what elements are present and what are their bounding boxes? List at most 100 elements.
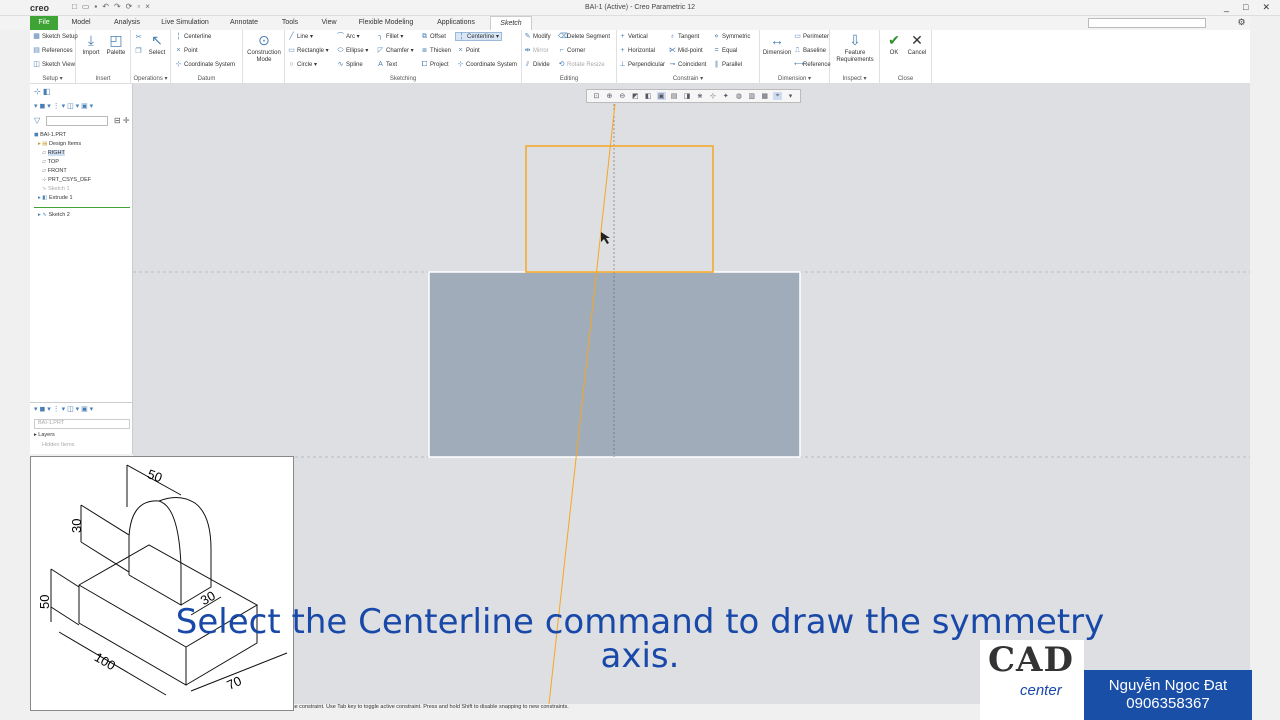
tree-item-design-items[interactable]: ▸ ▤ Design Items xyxy=(38,141,81,147)
coincident-button[interactable]: ⊸ Coincident xyxy=(669,61,707,68)
tab-view[interactable]: View xyxy=(312,16,346,30)
perpendicular-button[interactable]: ⊥ Perpendicular xyxy=(619,61,665,68)
modify-button[interactable]: ✎ Modify xyxy=(524,33,551,40)
reference-button[interactable]: ⟷ Reference xyxy=(794,61,831,68)
tab-analysis[interactable]: Analysis xyxy=(105,16,149,30)
datum-csys-button[interactable]: ⊹ Coordinate System xyxy=(175,61,235,68)
extruded-base-face[interactable] xyxy=(428,271,801,458)
group-label-inspect[interactable]: Inspect ▾ xyxy=(830,75,879,82)
text-button[interactable]: A Text xyxy=(377,61,397,68)
spline-button[interactable]: ∿ Spline xyxy=(337,61,363,68)
tree-tabs[interactable]: ⊹ ◧ xyxy=(34,87,50,96)
cancel-button[interactable]: ✕ Cancel xyxy=(905,32,929,57)
coordinate-system-button[interactable]: ⊹ Coordinate System xyxy=(457,61,517,68)
ellipse-button[interactable]: ⬭ Ellipse ▾ xyxy=(337,47,369,54)
tangent-button[interactable]: ♁ Tangent xyxy=(669,33,699,40)
corner-button[interactable]: ⌐ Corner xyxy=(558,47,585,54)
tree-item-csys[interactable]: ⊹ PRT_CSYS_DEF xyxy=(42,177,91,183)
dimension-button[interactable]: ↔ Dimension xyxy=(762,32,792,57)
ok-button[interactable]: ✔ OK xyxy=(883,32,905,57)
copy-icon[interactable]: ❐ xyxy=(135,48,142,55)
tab-file[interactable]: File xyxy=(30,16,58,30)
vertical-button[interactable]: + Vertical xyxy=(619,33,647,40)
offset-button[interactable]: ⧉ Offset xyxy=(421,33,446,40)
tree-item-extrude-1[interactable]: ▸ ◧ Extrude 1 xyxy=(38,195,73,201)
rectangle-button[interactable]: ▭ Rectangle ▾ xyxy=(288,47,329,54)
horizontal-button[interactable]: + Horizontal xyxy=(619,47,655,54)
saved-orientations-icon[interactable]: ▣ xyxy=(656,92,666,100)
close-button[interactable]: ✕ xyxy=(1262,2,1270,13)
repaint-icon[interactable]: ◩ xyxy=(631,92,640,100)
datum-display-icon[interactable]: ⋇ xyxy=(695,92,704,100)
symmetric-button[interactable]: ⋄ Symmetric xyxy=(713,33,750,40)
dimension-display-icon[interactable]: ▥ xyxy=(747,92,756,100)
sketch-rectangle[interactable] xyxy=(525,145,714,273)
maximize-button[interactable]: □ xyxy=(1243,2,1248,13)
tree-settings-icons[interactable]: ⊟ ✛ xyxy=(114,116,130,125)
view-manager-icon[interactable]: ▤ xyxy=(670,92,679,100)
tree-item-top[interactable]: ▱ TOP xyxy=(42,159,59,165)
zoom-in-icon[interactable]: ⊕ xyxy=(605,92,614,100)
project-button[interactable]: ⧠ Project xyxy=(421,61,449,68)
hidden-items[interactable]: Hidden Items xyxy=(42,442,74,448)
fillet-button[interactable]: ╮ Fillet ▾ xyxy=(377,33,403,40)
filter-icon[interactable]: ▽ xyxy=(34,116,40,125)
zoom-out-icon[interactable]: ⊖ xyxy=(618,92,627,100)
spin-center-icon[interactable]: ✦ xyxy=(721,92,730,100)
minimize-button[interactable]: _ xyxy=(1224,2,1229,13)
tree-item-sketch-2[interactable]: ▸ ∿ Sketch 2 xyxy=(38,212,70,218)
chamfer-button[interactable]: ◸ Chamfer ▾ xyxy=(377,47,414,54)
display-style-icon[interactable]: ◧ xyxy=(644,92,653,100)
sketcher-display-icon[interactable]: ◍ xyxy=(734,92,743,100)
datum-point-button[interactable]: × Point xyxy=(175,47,197,54)
sketch-view-button[interactable]: ◫ Sketch View xyxy=(33,61,75,68)
layer-part-select[interactable]: BAI-1.PRT xyxy=(34,419,130,429)
settings-icon[interactable]: ⚙ xyxy=(1237,17,1245,28)
group-label-setup[interactable]: Setup ▾ xyxy=(30,75,75,82)
arc-button[interactable]: ⌒ Arc ▾ xyxy=(337,33,360,40)
centerline-button[interactable]: ¦ Centerline ▾ xyxy=(455,32,503,41)
group-label-constrain[interactable]: Constrain ▾ xyxy=(617,75,759,82)
tab-sketch[interactable]: Sketch xyxy=(490,16,532,30)
references-button[interactable]: ▤ References xyxy=(33,47,73,54)
mirror-button[interactable]: ⇹ Mirror xyxy=(524,47,549,54)
thicken-button[interactable]: ⧈ Thicken xyxy=(421,47,451,54)
parallel-button[interactable]: ∥ Parallel xyxy=(713,61,742,68)
annotation-display-icon[interactable]: ⊹ xyxy=(708,92,717,100)
perspective-icon[interactable]: ◨ xyxy=(683,92,692,100)
tab-applications[interactable]: Applications xyxy=(428,16,484,30)
group-label-dimension[interactable]: Dimension ▾ xyxy=(760,75,829,82)
divide-button[interactable]: ⫽ Divide xyxy=(524,61,550,68)
tree-filter-input[interactable] xyxy=(46,116,108,126)
perimeter-button[interactable]: ▭ Perimeter xyxy=(794,33,829,40)
vertex-display-icon[interactable]: ▾ xyxy=(786,92,795,100)
line-button[interactable]: ╱ Line ▾ xyxy=(288,33,313,40)
circle-button[interactable]: ○ Circle ▾ xyxy=(288,61,317,68)
tree-item-part[interactable]: ◼ BAI-1.PRT xyxy=(34,132,66,138)
grid-display-icon[interactable]: ⌖ xyxy=(773,92,783,100)
point-button[interactable]: × Point xyxy=(457,47,479,54)
refit-icon[interactable]: ⊡ xyxy=(592,92,601,100)
constraint-display-icon[interactable]: ▦ xyxy=(760,92,769,100)
baseline-button[interactable]: ⎍ Baseline xyxy=(794,47,826,54)
feature-requirements-button[interactable]: ⇩ Feature Requirements xyxy=(832,32,878,64)
group-label-operations[interactable]: Operations ▾ xyxy=(131,75,170,82)
tree-item-sketch-1[interactable]: ∿ Sketch 1 xyxy=(42,186,70,192)
select-button[interactable]: ↖ Select xyxy=(145,32,169,57)
tree-item-right[interactable]: ▱ RIGHT xyxy=(42,150,65,156)
construction-mode-button[interactable]: ⊙ Construction Mode xyxy=(244,32,284,64)
equal-button[interactable]: = Equal xyxy=(713,47,737,54)
tab-model[interactable]: Model xyxy=(62,16,100,30)
tab-annotate[interactable]: Annotate xyxy=(222,16,266,30)
palette-button[interactable]: ◰ Palette xyxy=(104,32,128,57)
tab-flexible-modeling[interactable]: Flexible Modeling xyxy=(352,16,420,30)
cut-icon[interactable]: ✂ xyxy=(135,34,142,41)
mid-point-button[interactable]: ⋉ Mid-point xyxy=(669,47,703,54)
search-input[interactable] xyxy=(1088,18,1206,28)
rotate-resize-button[interactable]: ⟲ Rotate Resize xyxy=(558,61,605,68)
datum-centerline-button[interactable]: ¦ Centerline xyxy=(175,33,212,40)
tab-tools[interactable]: Tools xyxy=(272,16,308,30)
import-button[interactable]: ⤓ Import xyxy=(80,32,102,57)
delete-segment-button[interactable]: ⌫ Delete Segment xyxy=(558,33,610,40)
tree-item-front[interactable]: ▱ FRONT xyxy=(42,168,67,174)
